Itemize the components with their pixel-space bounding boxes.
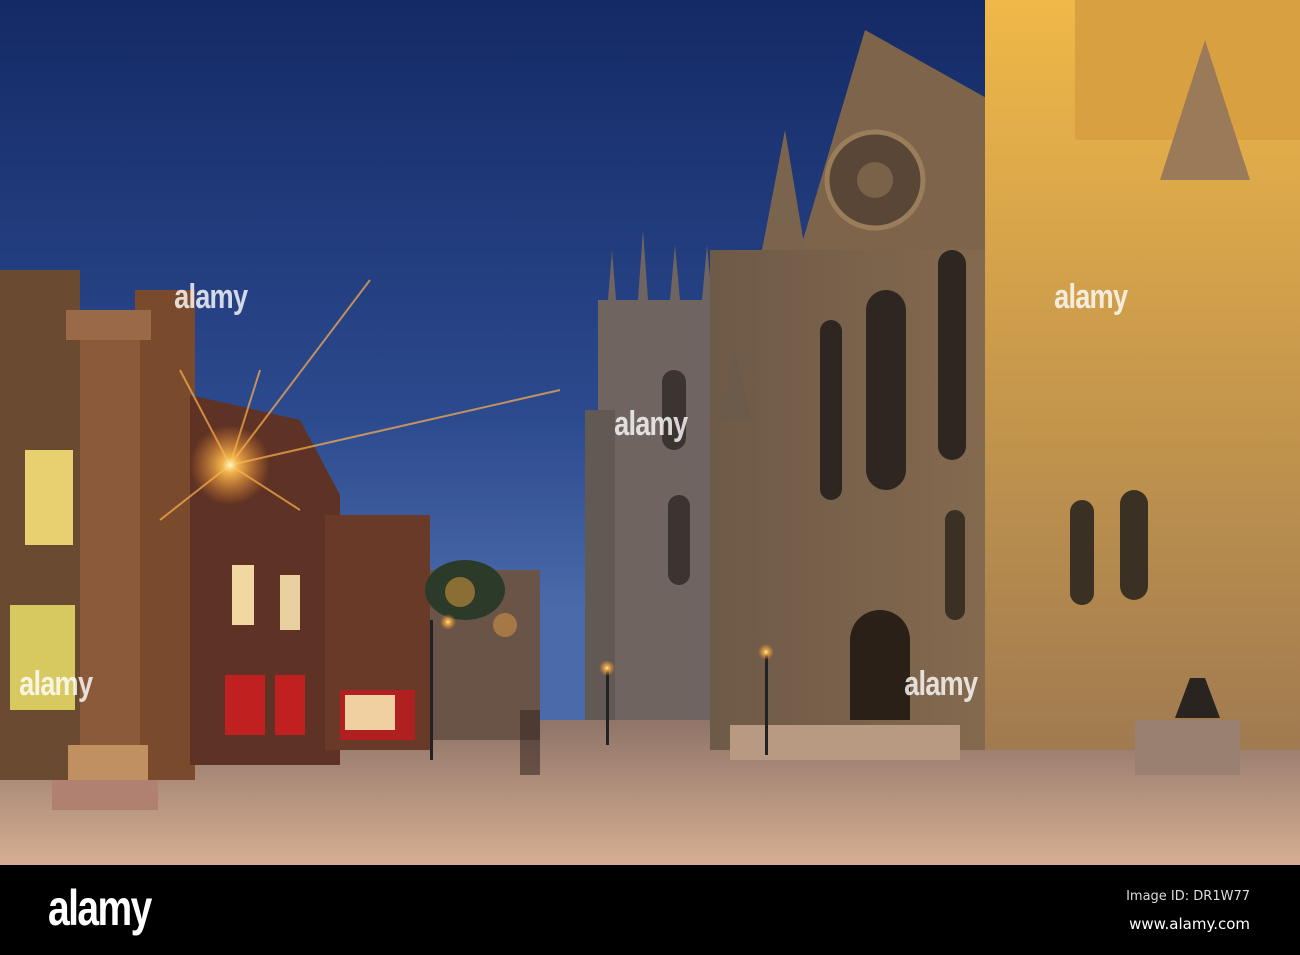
watermark: alamy (1054, 278, 1128, 316)
figures (520, 710, 540, 775)
west-tower (585, 230, 714, 720)
image-id: Image ID: DR1W77 (1126, 889, 1250, 904)
watermark: alamy (19, 665, 93, 703)
watermark: alamy (174, 278, 248, 316)
footer-bar: alamy Image ID: DR1W77 www.alamy.com (0, 865, 1300, 955)
alamy-logo: alamy (48, 880, 152, 936)
watermark: alamy (614, 405, 688, 443)
watermark: alamy (904, 665, 978, 703)
website-link[interactable]: www.alamy.com (1129, 915, 1250, 933)
stock-photo: alamy alamy alamy alamy alamy alamy Imag… (0, 0, 1300, 955)
